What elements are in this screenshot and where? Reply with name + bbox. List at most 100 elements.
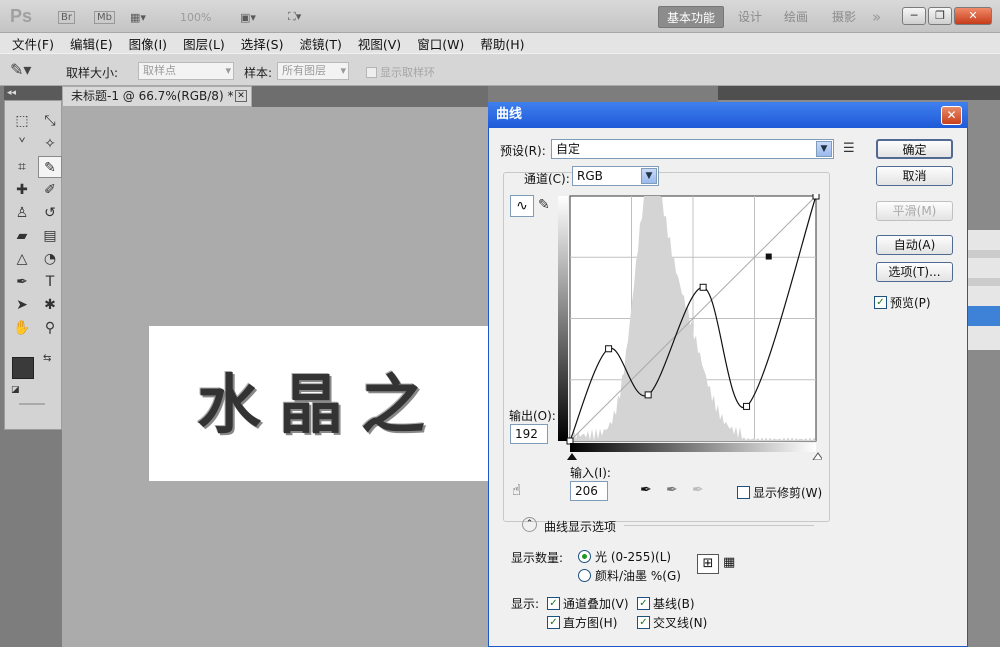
menu-file[interactable]: 文件(F) bbox=[12, 34, 54, 53]
shape-tool-icon[interactable]: ✱ bbox=[38, 294, 62, 316]
curves-graph[interactable] bbox=[558, 194, 822, 460]
gray-eyedropper-icon[interactable]: ✒ bbox=[666, 482, 678, 498]
document-tab[interactable]: 未标题-1 @ 66.7%(RGB/8) * ✕ bbox=[62, 86, 252, 107]
show-clipping-checkbox[interactable] bbox=[737, 486, 750, 499]
healing-brush-tool-icon[interactable]: ✚ bbox=[10, 179, 34, 201]
workspace-essentials[interactable]: 基本功能 bbox=[658, 6, 725, 28]
cancel-button[interactable]: 取消 bbox=[876, 166, 953, 186]
pigment-option[interactable]: 颜料/油墨 %(G) bbox=[578, 567, 681, 584]
preset-select[interactable]: 自定 ▼ bbox=[551, 139, 834, 159]
output-field[interactable]: 192 bbox=[510, 424, 548, 444]
baseline-option[interactable]: ✓ 基线(B) bbox=[637, 595, 695, 612]
black-point-slider[interactable] bbox=[567, 453, 577, 460]
minimize-button[interactable]: ─ bbox=[902, 7, 926, 25]
intersection-option[interactable]: ✓ 交叉线(N) bbox=[637, 614, 707, 631]
light-radio[interactable] bbox=[578, 550, 591, 563]
menu-filter[interactable]: 滤镜(T) bbox=[299, 34, 341, 53]
eyedropper-tool-icon[interactable]: ✎ bbox=[38, 156, 62, 178]
show-sampling-ring-option[interactable]: 显示取样环 bbox=[366, 64, 435, 80]
intersection-checkbox[interactable]: ✓ bbox=[637, 616, 650, 629]
sample-size-select[interactable]: 取样点 bbox=[138, 62, 234, 80]
options-button[interactable]: 选项(T)... bbox=[876, 262, 953, 282]
clone-stamp-tool-icon[interactable]: ♙ bbox=[10, 202, 34, 224]
preset-options-icon[interactable]: ☰ bbox=[843, 141, 855, 156]
zoom-tool-icon[interactable]: ⚲ bbox=[38, 317, 62, 339]
curve-point[interactable] bbox=[605, 345, 613, 353]
smooth-button[interactable]: 平滑(M) bbox=[876, 201, 953, 221]
lasso-tool-icon[interactable]: ᘁ bbox=[10, 133, 34, 155]
show-sampling-ring-checkbox[interactable] bbox=[366, 66, 377, 78]
input-field[interactable]: 206 bbox=[570, 481, 608, 501]
eraser-tool-icon[interactable]: ▰ bbox=[10, 225, 34, 247]
maximize-button[interactable]: ❐ bbox=[928, 7, 952, 25]
sample-select[interactable]: 所有图层 bbox=[277, 62, 349, 80]
preview-checkbox[interactable]: ✓ bbox=[874, 296, 887, 309]
toolbox-header[interactable]: ◂◂ bbox=[4, 86, 62, 100]
menu-window[interactable]: 窗口(W) bbox=[417, 34, 464, 53]
collapse-options-icon[interactable]: ⌃ bbox=[522, 517, 537, 532]
blur-tool-icon[interactable]: △ bbox=[10, 248, 34, 270]
pen-tool-icon[interactable]: ✒ bbox=[10, 271, 34, 293]
baseline-checkbox[interactable]: ✓ bbox=[637, 597, 650, 610]
menu-layer[interactable]: 图层(L) bbox=[183, 34, 225, 53]
curve-point-tool-icon[interactable]: ∿ bbox=[510, 195, 534, 217]
path-selection-tool-icon[interactable]: ➤ bbox=[10, 294, 34, 316]
curve-point[interactable] bbox=[743, 402, 751, 410]
workspace-painting[interactable]: 绘画 bbox=[784, 6, 808, 28]
histogram-option[interactable]: ✓ 直方图(H) bbox=[547, 614, 617, 631]
menu-view[interactable]: 视图(V) bbox=[358, 34, 401, 53]
histogram-checkbox[interactable]: ✓ bbox=[547, 616, 560, 629]
document-canvas[interactable]: 水晶之 bbox=[149, 326, 488, 481]
type-tool-icon[interactable]: T bbox=[38, 271, 62, 293]
workspace-photography[interactable]: 摄影 bbox=[832, 6, 856, 28]
simple-grid-icon[interactable]: ⊞ bbox=[697, 554, 719, 574]
quick-select-tool-icon[interactable]: ✧ bbox=[38, 133, 62, 155]
channel-overlays-checkbox[interactable]: ✓ bbox=[547, 597, 560, 610]
ok-button[interactable]: 确定 bbox=[876, 139, 953, 159]
workspace-design[interactable]: 设计 bbox=[738, 6, 762, 28]
swap-colors-icon[interactable]: ⇆ bbox=[43, 353, 51, 364]
menu-edit[interactable]: 编辑(E) bbox=[70, 34, 113, 53]
view-extras-icon[interactable]: ▦▾ bbox=[130, 7, 146, 27]
detailed-grid-icon[interactable]: ▦ bbox=[723, 555, 735, 570]
white-eyedropper-icon[interactable]: ✒ bbox=[692, 482, 704, 498]
dialog-close-button[interactable]: ✕ bbox=[941, 106, 962, 125]
default-colors-icon[interactable]: ◪ bbox=[11, 385, 20, 395]
eyedropper-preset-icon[interactable]: ✎▾ bbox=[10, 60, 31, 79]
zoom-level[interactable]: 100% bbox=[180, 7, 211, 27]
black-eyedropper-icon[interactable]: ✒ bbox=[640, 482, 652, 498]
menu-select[interactable]: 选择(S) bbox=[241, 34, 284, 53]
close-document-icon[interactable]: ✕ bbox=[235, 90, 247, 102]
arrange-documents-icon[interactable]: ▣▾ bbox=[240, 7, 256, 27]
dodge-tool-icon[interactable]: ◔ bbox=[38, 248, 62, 270]
gradient-tool-icon[interactable]: ▤ bbox=[38, 225, 62, 247]
more-workspaces-icon[interactable]: » bbox=[872, 6, 881, 28]
on-image-adjust-icon[interactable]: ☝ bbox=[512, 481, 521, 499]
selected-curve-point[interactable] bbox=[765, 253, 772, 260]
preview-option[interactable]: ✓ 预览(P) bbox=[874, 294, 931, 311]
right-panel-header[interactable] bbox=[718, 86, 1000, 100]
auto-button[interactable]: 自动(A) bbox=[876, 235, 953, 255]
screen-mode-icon[interactable]: ⛶▾ bbox=[288, 7, 301, 27]
channel-select[interactable]: RGB ▼ bbox=[572, 166, 659, 186]
curves-dialog-title[interactable]: 曲线 bbox=[488, 102, 968, 128]
channel-overlays-option[interactable]: ✓ 通道叠加(V) bbox=[547, 595, 629, 612]
close-window-button[interactable]: ✕ bbox=[954, 7, 992, 25]
foreground-color-swatch[interactable] bbox=[12, 357, 34, 379]
show-clipping-option[interactable]: 显示修剪(W) bbox=[737, 484, 822, 501]
menu-help[interactable]: 帮助(H) bbox=[480, 34, 524, 53]
brush-tool-icon[interactable]: ✐ bbox=[38, 179, 62, 201]
history-brush-tool-icon[interactable]: ↺ bbox=[38, 202, 62, 224]
curve-point[interactable] bbox=[699, 283, 707, 291]
marquee-tool-icon[interactable]: ⬚ bbox=[10, 110, 34, 132]
crop-tool-icon[interactable]: ⌗ bbox=[10, 156, 34, 178]
pencil-draw-icon[interactable]: ✎ bbox=[538, 197, 550, 213]
move-tool-icon[interactable]: ⤡ bbox=[38, 110, 62, 132]
menu-image[interactable]: 图像(I) bbox=[129, 34, 167, 53]
curve-point[interactable] bbox=[644, 391, 652, 399]
curve-point[interactable] bbox=[812, 194, 820, 200]
mini-bridge-icon[interactable]: Mb bbox=[94, 7, 115, 27]
light-option[interactable]: 光 (0-255)(L) bbox=[578, 548, 671, 565]
pigment-radio[interactable] bbox=[578, 569, 591, 582]
white-point-slider[interactable] bbox=[812, 452, 822, 460]
